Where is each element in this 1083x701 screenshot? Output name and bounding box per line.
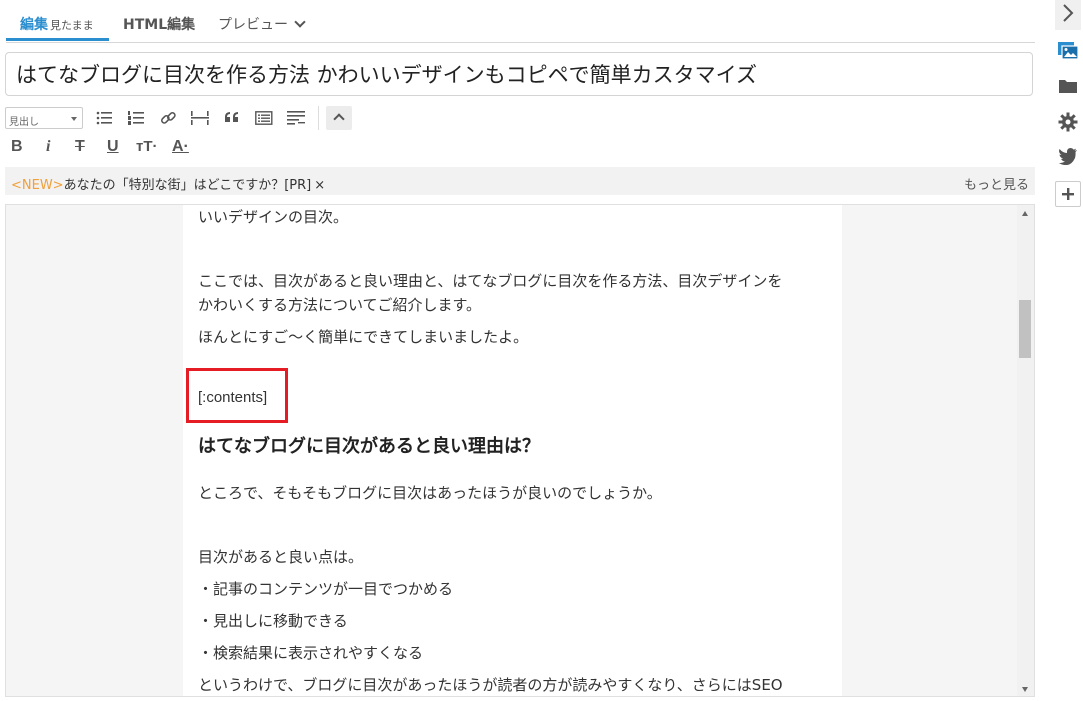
- see-more-link[interactable]: もっと見る: [964, 174, 1029, 193]
- tab-wysiwyg-edit[interactable]: 編集 見たまま: [20, 14, 94, 34]
- ordered-list-button[interactable]: [123, 106, 149, 130]
- plus-icon: [1062, 188, 1074, 200]
- toolbar-divider: [318, 106, 319, 130]
- vertical-scrollbar[interactable]: [1017, 205, 1034, 696]
- new-badge: <NEW>: [11, 178, 64, 193]
- close-promo-button[interactable]: ×: [314, 178, 325, 193]
- blockquote-icon: [225, 112, 238, 122]
- promo-bar: <NEW>あなたの「特別な街」はどこですか？[PR] × もっと見る: [5, 167, 1035, 195]
- paragraph: ここでは、目次があると良い理由と、はてなブログに目次を作る方法、目次デザインを: [198, 272, 783, 290]
- strikethrough-button[interactable]: T: [75, 135, 85, 159]
- paragraph: というわけで、ブログに目次があったほうが読者の方が読みやすくなり、さらにはSEO: [198, 676, 783, 694]
- link-button[interactable]: [155, 106, 181, 130]
- active-tab-indicator: [6, 38, 109, 41]
- caret-down-icon: [71, 117, 77, 121]
- paragraph: ほんとにすご～く簡単にできてしまいましたよ。: [198, 328, 529, 346]
- more-separator-icon: [191, 111, 209, 125]
- footnote-icon: [287, 111, 305, 125]
- ordered-list-icon: [128, 111, 144, 125]
- underline-button[interactable]: U: [107, 135, 119, 159]
- scroll-up-arrow[interactable]: [1022, 211, 1028, 216]
- paragraph: 目次があると良い点は。: [198, 548, 364, 566]
- section-heading: はてなブログに目次があると良い理由は？: [198, 436, 540, 457]
- heading-select[interactable]: 見出し: [5, 107, 83, 129]
- chevron-down-icon: [294, 16, 306, 28]
- bold-button[interactable]: B: [11, 135, 23, 159]
- tab-preview[interactable]: プレビュー: [218, 14, 306, 34]
- blockquote-button[interactable]: [219, 106, 245, 130]
- heading-select-value: 見出し: [9, 117, 39, 128]
- title-field-container: [5, 52, 1033, 96]
- font-size-button[interactable]: тT·: [136, 135, 158, 159]
- list-item: ・記事のコンテンツが一目でつかめる: [198, 580, 454, 598]
- folder-button[interactable]: [1055, 74, 1081, 100]
- promo-text: あなたの「特別な街」はどこですか？[PR]: [63, 178, 312, 193]
- chevron-right-icon: [1063, 4, 1074, 22]
- unordered-list-button[interactable]: [91, 106, 117, 130]
- folder-icon: [1059, 80, 1077, 93]
- more-separator-button[interactable]: [187, 106, 213, 130]
- add-tool-button[interactable]: [1055, 181, 1081, 207]
- table-of-contents-icon: [255, 111, 273, 125]
- scroll-down-arrow[interactable]: [1022, 687, 1028, 692]
- image-gallery-icon: [1058, 42, 1079, 60]
- table-of-contents-button[interactable]: [251, 106, 277, 130]
- collapse-toolbar-button[interactable]: [326, 106, 352, 130]
- collapse-sidebar-button[interactable]: [1055, 0, 1081, 30]
- footnote-button[interactable]: [283, 106, 309, 130]
- tab-html-label: HTML編集: [123, 17, 196, 33]
- tab-edit-sublabel: 見たまま: [50, 19, 94, 32]
- title-input[interactable]: [6, 53, 1026, 95]
- paragraph: かわいくする方法についてご紹介します。: [198, 296, 482, 314]
- twitter-button[interactable]: [1055, 143, 1081, 169]
- tab-preview-label: プレビュー: [218, 17, 288, 33]
- editor-mode-tabs: 編集 見たまま HTML編集 プレビュー: [6, 0, 1035, 43]
- link-icon: [160, 111, 176, 124]
- image-gallery-button[interactable]: [1055, 37, 1081, 63]
- settings-button[interactable]: [1055, 108, 1081, 134]
- contents-tag-text: [:contents]: [198, 389, 268, 406]
- scrollbar-thumb[interactable]: [1019, 300, 1031, 358]
- list-item: ・見出しに移動できる: [198, 612, 348, 630]
- paragraph: いいデザインの目次。: [198, 208, 349, 226]
- tab-html-edit[interactable]: HTML編集: [123, 14, 195, 34]
- font-color-button[interactable]: A·: [172, 135, 189, 159]
- twitter-icon: [1058, 148, 1077, 165]
- tab-edit-label: 編集: [20, 17, 48, 33]
- editor-area: いいデザインの目次。 ここでは、目次があると良い理由と、はてなブログに目次を作る…: [5, 204, 1035, 697]
- unordered-list-icon: [96, 111, 112, 125]
- paragraph: ところで、そもそもブログに目次はあったほうが良いのでしょうか。: [198, 484, 662, 502]
- list-item: ・検索結果に表示されやすくなる: [198, 644, 424, 662]
- gear-icon: [1058, 112, 1078, 132]
- editor-body[interactable]: いいデザインの目次。 ここでは、目次があると良い理由と、はてなブログに目次を作る…: [183, 205, 842, 696]
- promo-link[interactable]: <NEW>あなたの「特別な街」はどこですか？[PR] ×: [11, 174, 325, 193]
- italic-button[interactable]: i: [46, 135, 50, 159]
